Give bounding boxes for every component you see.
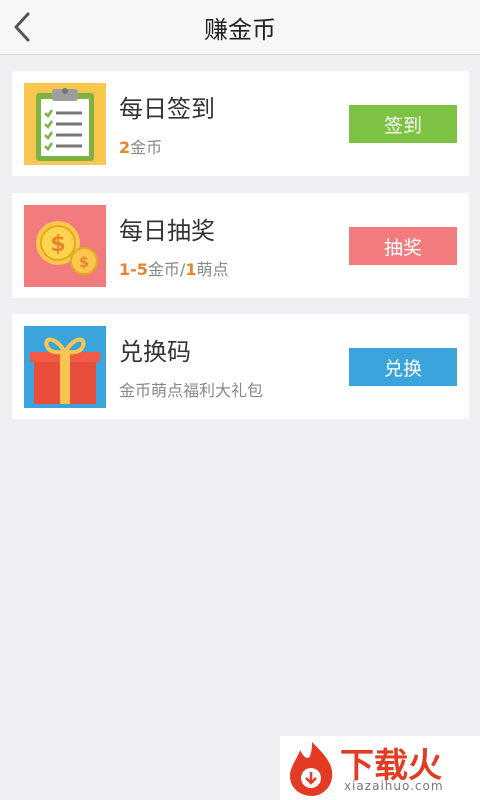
svg-text:$: $ [79,255,89,271]
redeem-description: 金币萌点福利大礼包 [119,381,264,400]
signin-reward: 2金币 [119,134,162,158]
signin-title: 每日签到 [119,95,215,123]
lottery-button[interactable]: 抽奖 [349,227,457,265]
redeem-code-card: 兑换码 金币萌点福利大礼包 兑换 [12,314,469,419]
lottery-point-unit: 萌点 [196,260,229,279]
top-bar: 赚金币 [0,0,480,55]
lottery-point-amount: 1 [185,260,197,279]
redeem-button[interactable]: 兑换 [349,348,457,386]
signin-reward-unit: 金币 [130,138,163,157]
gift-box-icon [24,326,106,408]
clipboard-checklist-icon [24,83,106,165]
coins-icon: $ $ [24,205,106,287]
page-title: 赚金币 [204,16,276,44]
lottery-coin-unit: 金币/ [147,260,186,279]
svg-text:$: $ [50,232,65,257]
daily-lottery-card: $ $ 每日抽奖 1-5金币/1萌点 抽奖 [12,193,469,298]
signin-reward-amount: 2 [119,138,131,157]
watermark-logo: 下载火 xiazaihuo.com [280,736,480,800]
daily-signin-card: 每日签到 2金币 签到 [12,71,469,176]
lottery-coin-range: 1-5 [119,260,148,279]
redeem-title: 兑换码 [119,338,191,366]
lottery-reward: 1-5金币/1萌点 [119,256,228,280]
signin-button[interactable]: 签到 [349,105,457,143]
lottery-title: 每日抽奖 [119,217,215,245]
flame-logo-icon [290,742,333,796]
watermark-url: xiazaihuo.com [344,779,444,793]
